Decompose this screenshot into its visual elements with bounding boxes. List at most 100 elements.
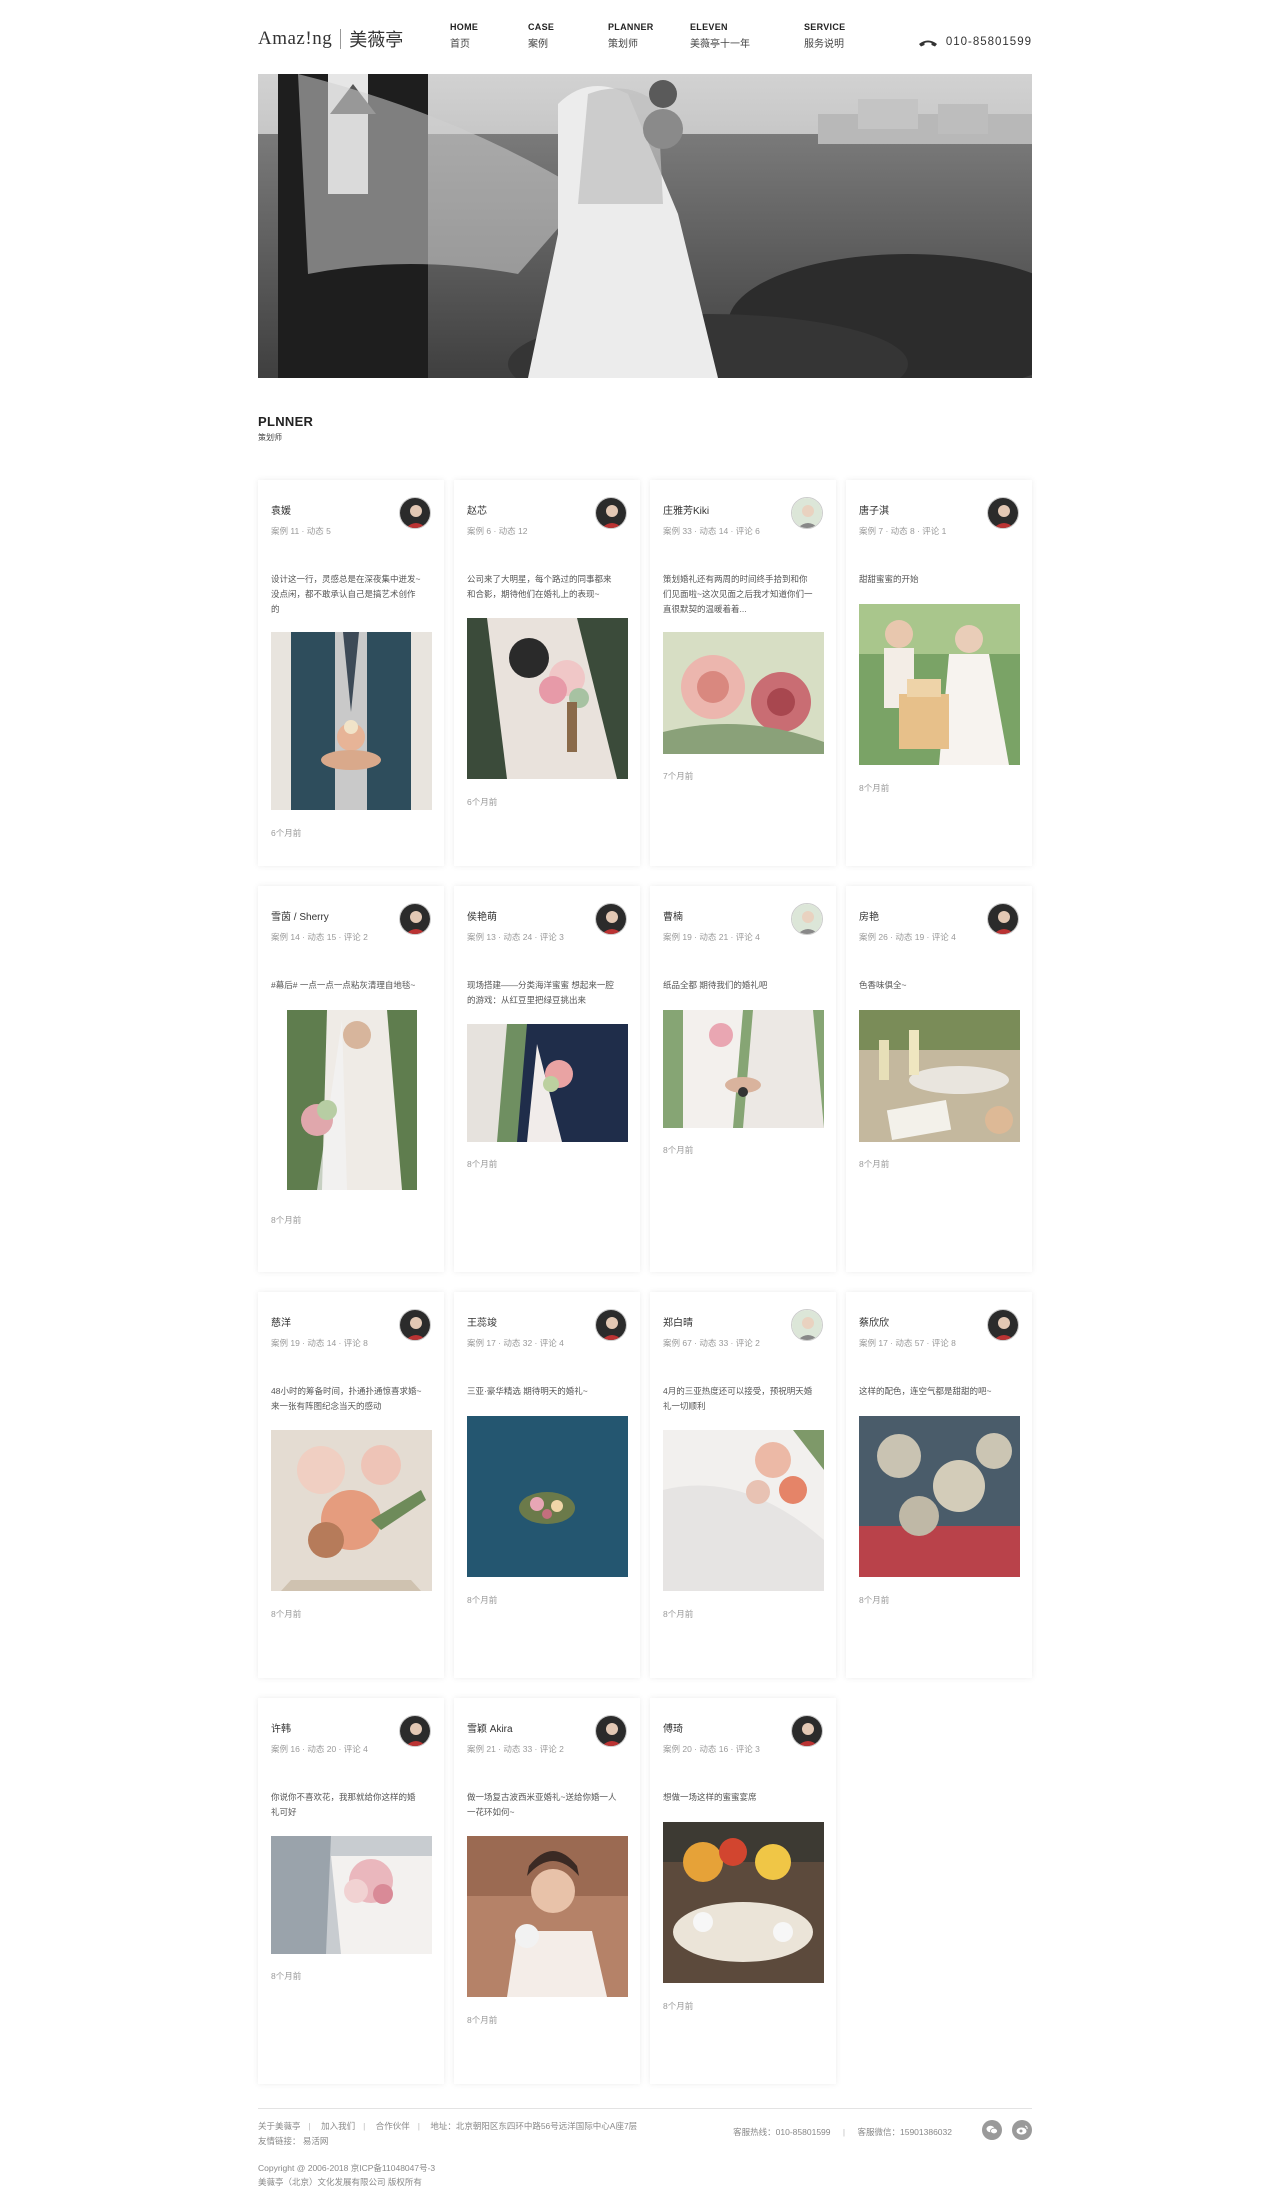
nav-service[interactable]: SERVICE 服务说明 <box>804 22 845 50</box>
post-photo[interactable] <box>271 632 432 810</box>
post-time: 6个月前 <box>467 797 498 807</box>
avatar[interactable] <box>399 903 431 935</box>
post-photo[interactable] <box>859 1416 1020 1577</box>
planner-card[interactable]: 唐子淇 案例 7 · 动态 8 · 评论 1 甜甜蜜蜜的开始 8个月前 <box>846 480 1032 866</box>
planner-card[interactable]: 王蕊竣 案例 17 · 动态 32 · 评论 4 三亚·豪华精选 期待明天的婚礼… <box>454 1292 640 1678</box>
nav-planner-cn: 策划师 <box>608 39 638 50</box>
avatar[interactable] <box>987 903 1019 935</box>
avatar[interactable] <box>595 1309 627 1341</box>
wechat-icon[interactable] <box>982 2120 1002 2140</box>
footer-links: 关于美薇亭 | 加入我们 | 合作伙伴 | 地址：北京朝阳区东四环中路56号远洋国际中… <box>258 2120 645 2132</box>
post-time: 8个月前 <box>859 783 890 793</box>
post-photo[interactable] <box>271 1836 432 1954</box>
planner-card[interactable]: 郑白晴 案例 67 · 动态 33 · 评论 2 4月的三亚热度还可以接受，预祝… <box>650 1292 836 1678</box>
planner-name: 房艳 <box>859 912 879 923</box>
post-photo[interactable] <box>663 632 824 754</box>
nav-eleven-en: ELEVEN <box>690 22 728 32</box>
post-photo[interactable] <box>467 618 628 779</box>
post-photo[interactable] <box>287 1010 417 1190</box>
avatar[interactable] <box>595 1715 627 1747</box>
planner-card[interactable]: 许韩 案例 16 · 动态 20 · 评论 4 你说你不喜欢花，我那就给你这样的… <box>258 1698 444 2084</box>
post-photo[interactable] <box>663 1822 824 1983</box>
nav-home-cn: 首页 <box>450 39 470 50</box>
nav-home[interactable]: HOME 首页 <box>450 22 478 50</box>
site-header: Amaz!ng 美薇亭 HOME 首页 CASE 案例 PLANNER 策划师 … <box>258 0 1032 74</box>
avatar[interactable] <box>595 903 627 935</box>
post-photo[interactable] <box>663 1010 824 1128</box>
planner-stats: 案例 26 · 动态 19 · 评论 4 <box>859 932 956 942</box>
avatar[interactable] <box>987 497 1019 529</box>
post-time: 8个月前 <box>859 1595 890 1605</box>
post-photo[interactable] <box>467 1836 628 1997</box>
planner-card[interactable]: 袁媛 案例 11 · 动态 5 设计这一行，灵感总是在深夜集中迸发~没点闲，都不… <box>258 480 444 866</box>
avatar[interactable] <box>791 497 823 529</box>
planner-name: 慈洋 <box>271 1318 291 1329</box>
post-photo[interactable] <box>859 604 1020 765</box>
footer-separator: | <box>308 2121 311 2131</box>
planner-stats: 案例 19 · 动态 14 · 评论 8 <box>271 1338 368 1348</box>
footer-separator: | <box>417 2121 420 2131</box>
planner-post-text: 你说你不喜欢花，我那就给你这样的婚礼可好 <box>271 1792 416 1817</box>
nav-case-en: CASE <box>528 22 555 32</box>
post-time: 6个月前 <box>271 828 302 838</box>
footer-contact: 客服热线：010-85801599 | 客服微信：15901386032 <box>723 2126 952 2138</box>
friend-link[interactable]: 易活网 <box>303 2136 329 2146</box>
planner-post-text: 纸品全都 期待我们的婚礼吧 <box>663 980 768 990</box>
nav-home-en: HOME <box>450 22 479 32</box>
nav-case[interactable]: CASE 案例 <box>528 22 554 50</box>
planner-post-text: 48小时的筹备时间，扑通扑通惊喜求婚~来一张有阵图纪念当天的感动 <box>271 1386 422 1411</box>
planner-stats: 案例 16 · 动态 20 · 评论 4 <box>271 1744 368 1754</box>
avatar[interactable] <box>399 1715 431 1747</box>
avatar[interactable] <box>399 1309 431 1341</box>
footer-link-about[interactable]: 关于美薇亭 <box>258 2121 301 2131</box>
planner-card[interactable]: 雪茵 / Sherry 案例 14 · 动态 15 · 评论 2 #幕后# 一点… <box>258 886 444 1272</box>
post-time: 8个月前 <box>663 1145 694 1155</box>
planner-stats: 案例 7 · 动态 8 · 评论 1 <box>859 526 947 536</box>
nav-case-cn: 案例 <box>528 39 548 50</box>
planner-post-text: 色香味俱全~ <box>859 980 907 990</box>
planner-name: 侯艳萌 <box>467 912 497 923</box>
post-photo[interactable] <box>271 1430 432 1591</box>
avatar[interactable] <box>987 1309 1019 1341</box>
avatar[interactable] <box>399 497 431 529</box>
planner-stats: 案例 21 · 动态 33 · 评论 2 <box>467 1744 564 1754</box>
weibo-icon[interactable] <box>1012 2120 1032 2140</box>
post-photo[interactable] <box>467 1024 628 1142</box>
post-photo[interactable] <box>663 1430 824 1591</box>
post-photo[interactable] <box>467 1416 628 1577</box>
planner-card[interactable]: 慈洋 案例 19 · 动态 14 · 评论 8 48小时的筹备时间，扑通扑通惊喜… <box>258 1292 444 1678</box>
planner-name: 曹楠 <box>663 912 683 923</box>
logo-divider <box>340 29 342 49</box>
planner-name: 许韩 <box>271 1724 291 1735</box>
planner-card[interactable]: 曹楠 案例 19 · 动态 21 · 评论 4 纸品全都 期待我们的婚礼吧 8个… <box>650 886 836 1272</box>
planner-card[interactable]: 雪颖 Akira 案例 21 · 动态 33 · 评论 2 做一场复古波西米亚婚… <box>454 1698 640 2084</box>
friend-links: 友情链接： 易活网 <box>258 2135 328 2147</box>
nav-planner-en: PLANNER <box>608 22 654 32</box>
planner-name: 雪茵 / Sherry <box>271 912 329 923</box>
footer-link-partners[interactable]: 合作伙伴 <box>376 2121 410 2131</box>
planner-card[interactable]: 蔡欣欣 案例 17 · 动态 57 · 评论 8 这样的配色，连空气都是甜甜的吧… <box>846 1292 1032 1678</box>
post-photo[interactable] <box>859 1010 1020 1142</box>
copyright: Copyright @ 2006-2018 京ICP备11048047号-3 <box>258 2163 436 2173</box>
footer-address: 地址：北京朝阳区东四环中路56号远洋国际中心A座7层 <box>430 2121 638 2131</box>
avatar[interactable] <box>791 1715 823 1747</box>
footer-link-join[interactable]: 加入我们 <box>321 2121 355 2131</box>
planner-card[interactable]: 傅琦 案例 20 · 动态 16 · 评论 3 想做一场这样的蜜蜜宴席 8个月前 <box>650 1698 836 2084</box>
planner-post-text: 现场搭建——分类海洋蜜蜜 想起来一腔的游戏：从红豆里把绿豆挑出来 <box>467 980 614 1005</box>
planner-card[interactable]: 侯艳萌 案例 13 · 动态 24 · 评论 3 现场搭建——分类海洋蜜蜜 想起… <box>454 886 640 1272</box>
logo[interactable]: Amaz!ng 美薇亭 <box>258 26 403 52</box>
nav-planner[interactable]: PLANNER 策划师 <box>608 22 654 50</box>
planner-card[interactable]: 庄雅芳Kiki 案例 33 · 动态 14 · 评论 6 策划婚礼还有两周的时间… <box>650 480 836 866</box>
wedding-photo <box>258 74 1032 378</box>
planner-card[interactable]: 房艳 案例 26 · 动态 19 · 评论 4 色香味俱全~ 8个月前 <box>846 886 1032 1272</box>
planner-card[interactable]: 赵芯 案例 6 · 动态 12 公司来了大明星，每个路过的同事都来和合影，期待他… <box>454 480 640 866</box>
avatar[interactable] <box>791 903 823 935</box>
nav-eleven[interactable]: ELEVEN 美薇亭十一年 <box>690 22 750 50</box>
planner-stats: 案例 14 · 动态 15 · 评论 2 <box>271 932 368 942</box>
logo-chinese: 美薇亭 <box>349 30 404 50</box>
planner-stats: 案例 17 · 动态 57 · 评论 8 <box>859 1338 956 1348</box>
planner-stats: 案例 19 · 动态 21 · 评论 4 <box>663 932 760 942</box>
avatar[interactable] <box>595 497 627 529</box>
footer-hotline: 客服热线：010-85801599 <box>733 2127 831 2137</box>
avatar[interactable] <box>791 1309 823 1341</box>
